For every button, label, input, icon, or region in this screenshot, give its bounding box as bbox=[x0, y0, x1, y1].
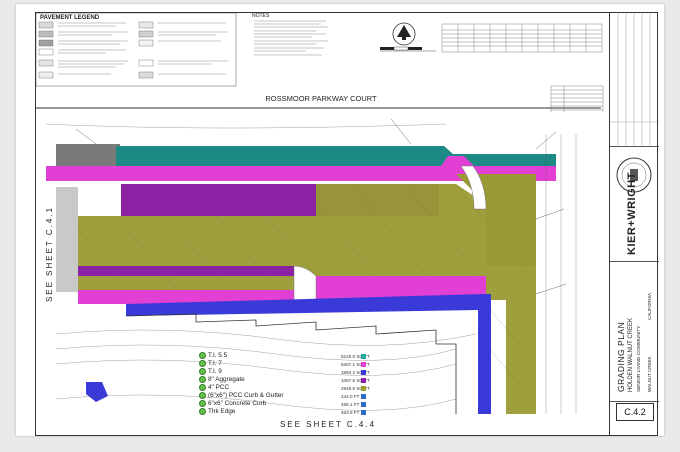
firm-name: KIER+WRIGHT bbox=[626, 172, 638, 255]
sheet-border bbox=[35, 12, 658, 436]
revision-grid bbox=[610, 12, 659, 147]
project-name: HOLDEN WALNUT CREEK bbox=[628, 317, 634, 392]
revision-block bbox=[610, 12, 659, 147]
sheet-title: GRADING PLAN bbox=[616, 321, 626, 392]
sheet-number: C.4.2 bbox=[616, 403, 654, 421]
drawing-sheet: ROSSMOOR PARKWAY COURT PAVEMENT LEGEND N… bbox=[16, 4, 664, 436]
project-subtitle: SENIOR LIVING COMMUNITY bbox=[637, 325, 642, 392]
project-city: WALNUT CREEK bbox=[647, 356, 652, 392]
title-block: KIER+WRIGHT GRADING PLAN HOLDEN WALNUT C… bbox=[609, 12, 659, 436]
firm-block: KIER+WRIGHT bbox=[610, 147, 659, 262]
project-state: CALIFORNIA bbox=[647, 292, 652, 320]
project-block: GRADING PLAN HOLDEN WALNUT CREEK SENIOR … bbox=[610, 262, 659, 402]
